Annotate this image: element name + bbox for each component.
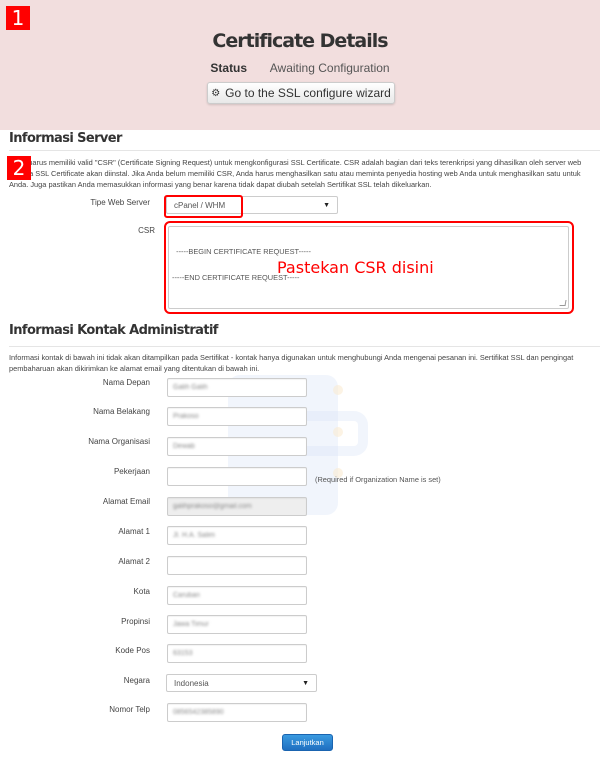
city-label: Kota (133, 587, 150, 596)
address2-label: Alamat 2 (118, 557, 150, 566)
contact-section-title: Informasi Kontak Administratif (9, 323, 218, 338)
first-name-input[interactable]: Galih Galih (167, 378, 307, 397)
step-badge-1: 1 (6, 6, 30, 30)
status-value: Awaiting Configuration (269, 61, 390, 75)
city-input[interactable]: Caruban (167, 586, 307, 605)
server-description: Anda harus memiliki valid "CSR" (Certifi… (9, 158, 582, 189)
address2-input[interactable] (167, 556, 307, 575)
step-badge-2: 2 (7, 156, 31, 180)
dropdown-arrow-icon: ▼ (302, 679, 309, 687)
email-label: Alamat Email (102, 497, 150, 506)
continue-button[interactable]: Lanjutkan (282, 734, 333, 751)
status-label: Status (210, 61, 248, 75)
ssl-wizard-button[interactable]: ⚙ Go to the SSL configure wizard (207, 82, 395, 104)
province-label: Propinsi (121, 617, 150, 626)
address1-label: Alamat 1 (118, 527, 150, 536)
postal-code-label: Kode Pos (115, 646, 150, 655)
job-title-label: Pekerjaan (113, 467, 150, 476)
certificate-header: 1 Certificate Details Status Awaiting Co… (0, 0, 600, 130)
province-input[interactable]: Jawa Timur (167, 615, 307, 634)
section-divider (9, 346, 600, 347)
country-select[interactable]: Indonesia ▼ (166, 674, 317, 692)
country-value: Indonesia (174, 678, 209, 688)
gear-icon: ⚙ (211, 87, 221, 99)
server-section-title: Informasi Server (9, 131, 122, 146)
web-server-label: Tipe Web Server (90, 198, 150, 207)
postal-code-input[interactable]: 63153 (167, 644, 307, 663)
job-title-input[interactable] (167, 467, 307, 486)
page-title: Certificate Details (212, 30, 388, 52)
dropdown-arrow-icon: ▼ (323, 201, 330, 209)
last-name-label: Nama Belakang (93, 407, 150, 416)
organization-input[interactable]: Dewab (167, 437, 307, 456)
csr-annotation: Pastekan CSR disini (277, 258, 434, 277)
required-note: (Required if Organization Name is set) (315, 475, 441, 484)
csr-label: CSR (138, 226, 155, 235)
contact-description: Informasi kontak di bawah ini tidak akan… (9, 353, 574, 373)
last-name-input[interactable]: Prakoso (167, 407, 307, 426)
status-row: Status Awaiting Configuration (0, 61, 600, 75)
section-divider (9, 150, 600, 151)
address1-input[interactable]: Jl. H.A. Salim (167, 526, 307, 545)
web-server-highlight (164, 195, 243, 218)
phone-label: Nomor Telp (109, 705, 150, 714)
organization-label: Nama Organisasi (88, 437, 150, 446)
first-name-label: Nama Depan (102, 378, 150, 387)
ssl-wizard-button-label: Go to the SSL configure wizard (225, 86, 391, 100)
phone-input[interactable]: 0856542385890 (167, 703, 307, 722)
resize-handle-icon[interactable] (559, 300, 567, 306)
country-label: Negara (123, 676, 150, 685)
email-input[interactable]: galihprakoso@gmail.com (167, 497, 307, 516)
